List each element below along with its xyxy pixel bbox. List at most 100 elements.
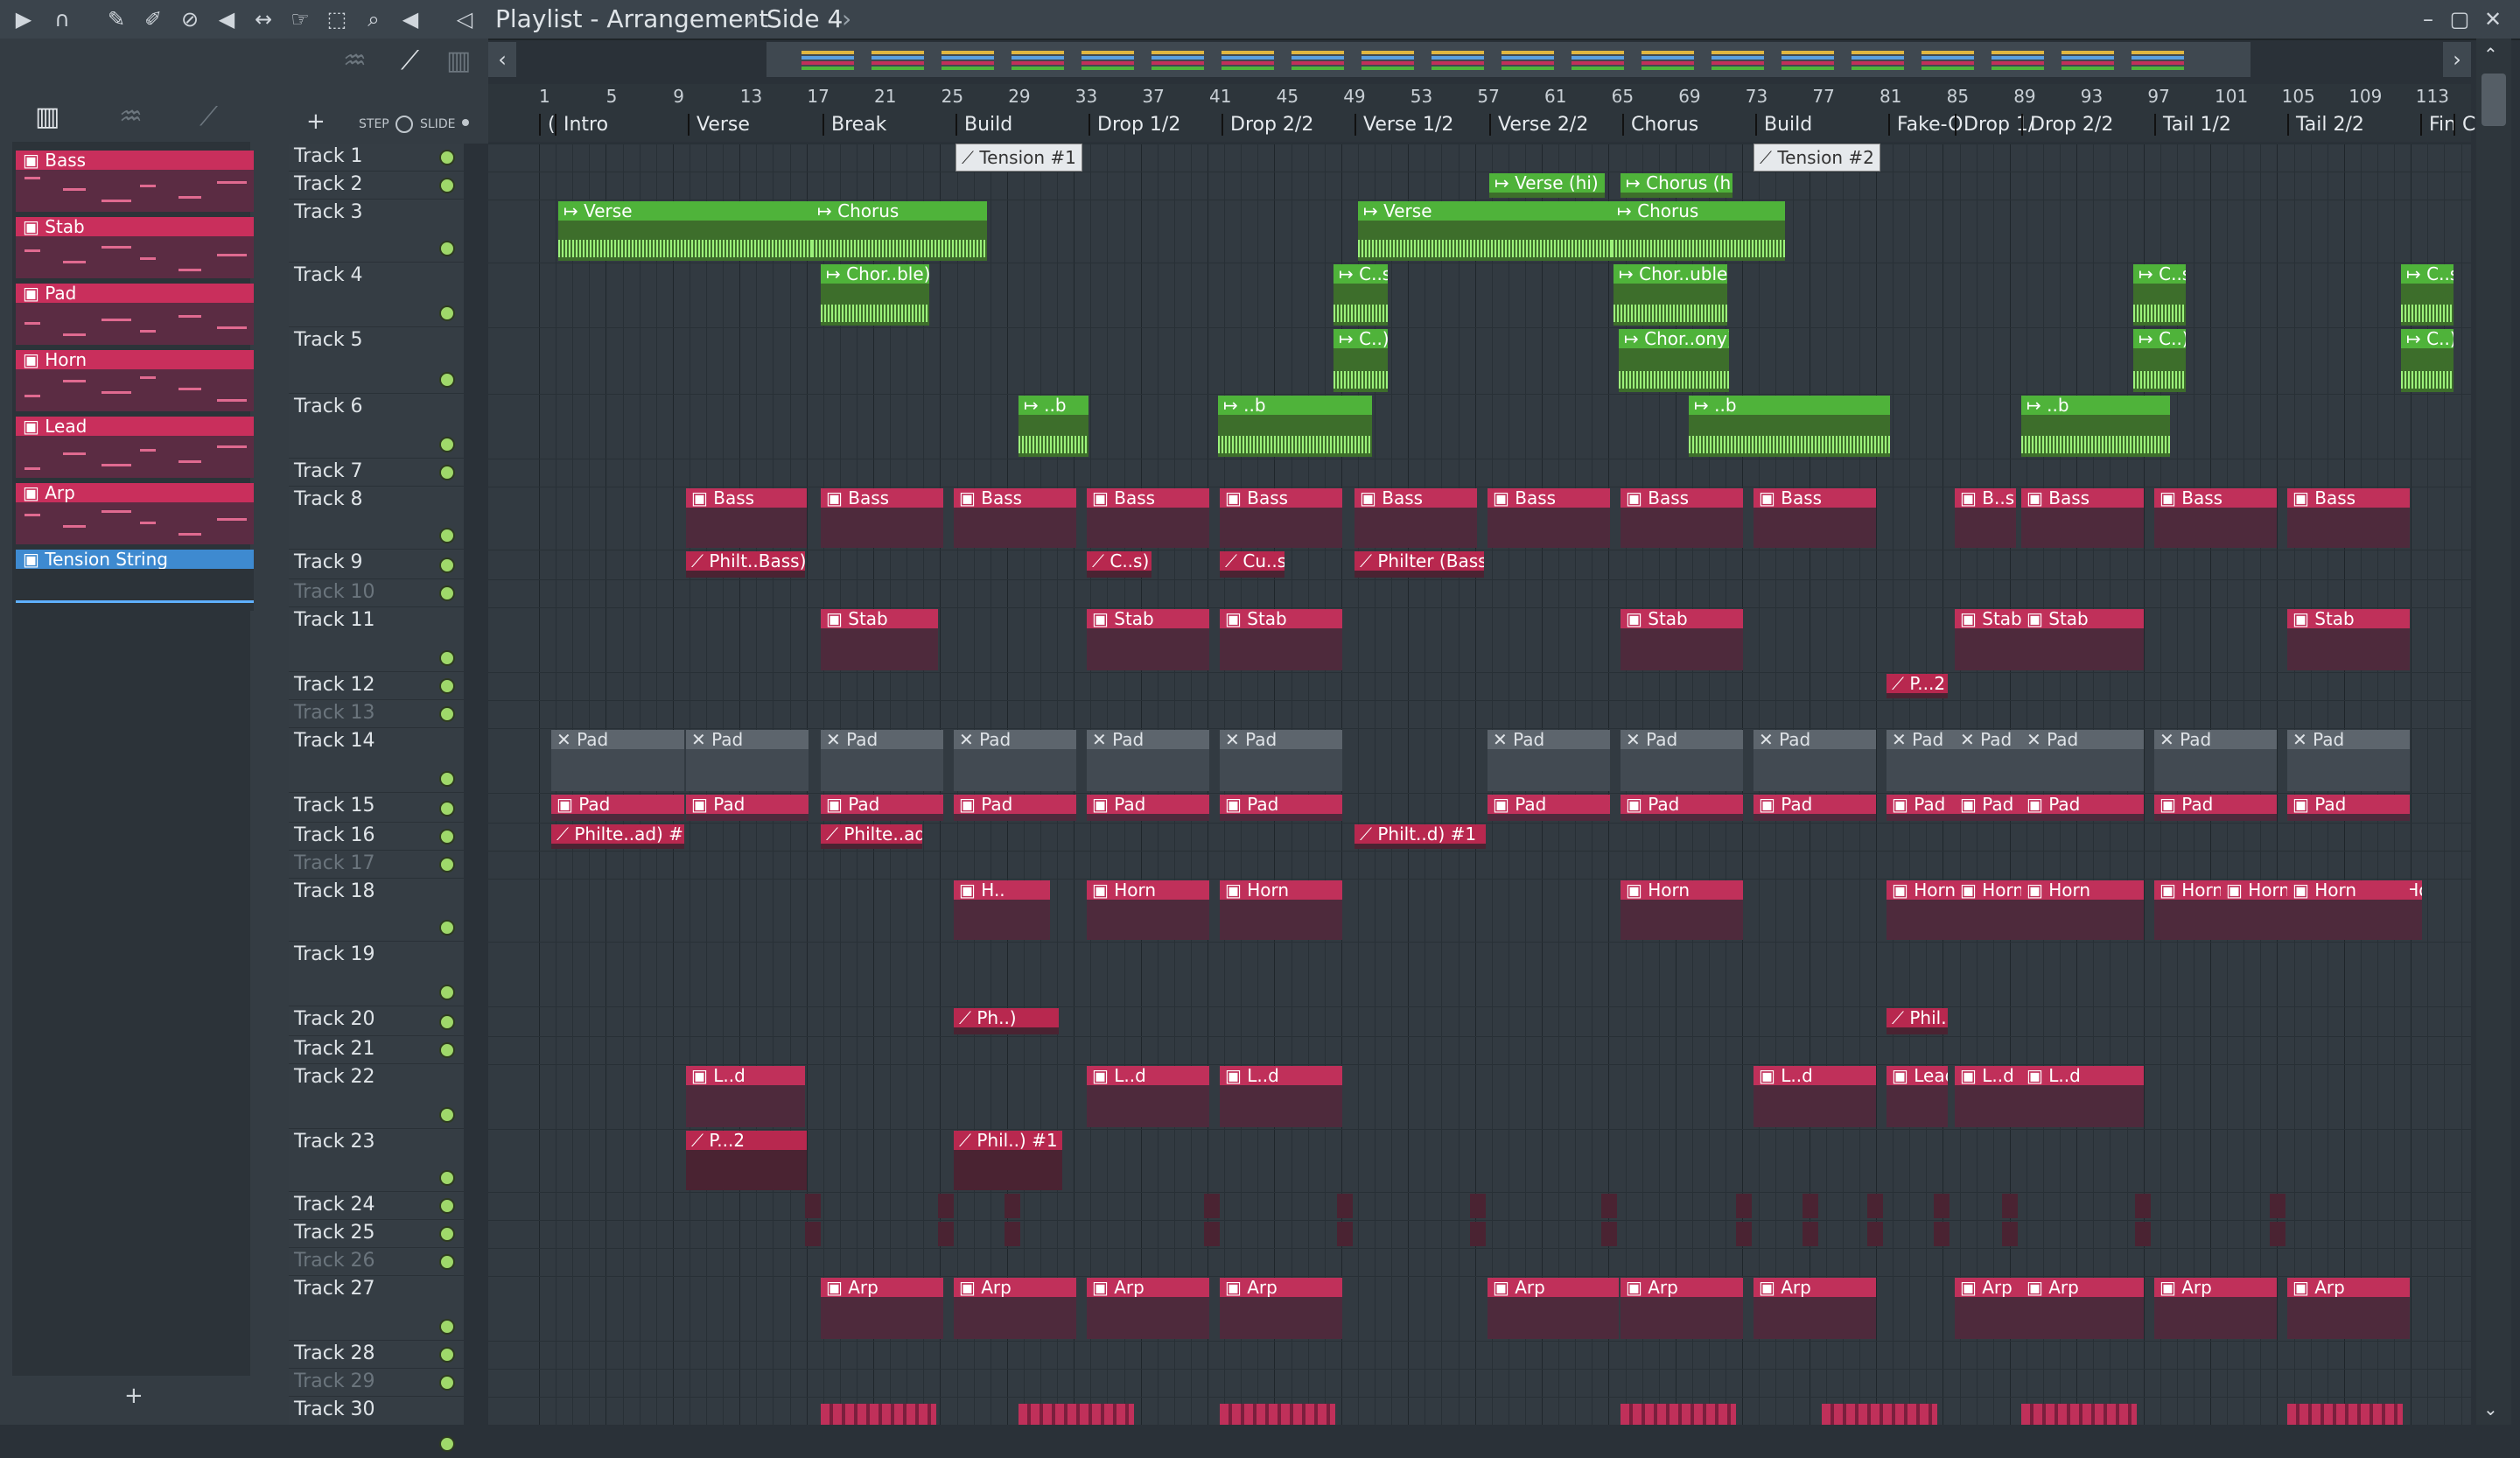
track-mute-led[interactable] [439, 150, 455, 165]
playlist-clip[interactable]: ▣ Arp [2287, 1278, 2410, 1339]
pattern-item[interactable]: ▣ Stab [16, 217, 262, 278]
section-label[interactable]: Fin [2420, 114, 2456, 136]
playlist-clip[interactable]: ▣ Pad [686, 795, 808, 821]
section-label[interactable]: Drop 1/2 [1088, 114, 1180, 136]
track-mute-led[interactable] [439, 1375, 455, 1391]
playlist-clip[interactable]: ▣ Horn [1620, 880, 1743, 940]
magnet-icon[interactable]: ∩ [49, 7, 75, 32]
playlist-clip[interactable]: ▣ Arp [2021, 1278, 2144, 1339]
track-mute-led[interactable] [439, 465, 455, 480]
pattern-item[interactable]: ▣ Pad [16, 284, 262, 345]
section-label[interactable]: Intro [555, 114, 608, 136]
add-track-button[interactable]: + [306, 109, 326, 135]
playlist-clip[interactable]: ↦ ..b [1218, 396, 1372, 457]
playlist-clip[interactable]: ⟋ Ph..) [954, 1008, 1059, 1034]
track-mute-led[interactable] [439, 650, 455, 666]
automation-clip[interactable] [2002, 1222, 2018, 1246]
section-label[interactable]: Chorus [1622, 114, 1698, 136]
track-header[interactable]: Track 21 [289, 1036, 464, 1064]
playlist-clip[interactable]: ▣ Bass [1220, 488, 1342, 548]
playlist-clip[interactable]: ▣ L..d [2021, 1066, 2144, 1127]
track-mute-led[interactable] [439, 1436, 455, 1452]
playlist-clip[interactable]: ↦ C..s [1334, 264, 1388, 326]
playlist-clip[interactable]: ⟋ Philt..d) #1 [1354, 824, 1486, 849]
playlist-clip[interactable]: ⟋ Philter (Bass) [1354, 551, 1484, 578]
speaker-icon[interactable]: ◁ [452, 7, 478, 32]
playlist-clip[interactable]: ↦ C..) [2133, 329, 2186, 392]
track-header[interactable]: Track 19 [289, 942, 464, 1006]
automation-clip[interactable] [1204, 1222, 1220, 1246]
track-header[interactable]: Track 5 [289, 327, 464, 394]
tension-marker[interactable]: ⟋ Tension #1 [956, 144, 1082, 172]
automation-clip[interactable] [1867, 1194, 1883, 1218]
playlist-clip[interactable]: ▣ Pad [821, 795, 943, 821]
playlist-grid[interactable]: ↦ Verse (hi) ↦ Chorus (hi) ↦ Verse ↦ Chorus… [488, 144, 2471, 1425]
automation-icon[interactable]: ⟋ [200, 102, 218, 132]
section-label[interactable]: Verse [688, 114, 750, 136]
section-label[interactable]: Tail 2/2 [2287, 114, 2364, 136]
automation-clip[interactable] [938, 1194, 954, 1218]
track-mute-led[interactable] [439, 678, 455, 694]
track-mute-led[interactable] [439, 920, 455, 936]
playlist-clip[interactable]: ✕ Pad [686, 730, 808, 791]
section-label[interactable]: Build [1755, 114, 1812, 136]
track-mute-led[interactable] [439, 1347, 455, 1363]
playlist-clip[interactable]: ✕ Pad [1220, 730, 1342, 791]
playlist-clip[interactable]: ▣ Pad [1488, 795, 1610, 821]
zoom-icon[interactable]: ⌕ [360, 7, 387, 32]
playlist-clip[interactable]: ✕ Pad [954, 730, 1076, 791]
section-label[interactable]: Drop 2/2 [2021, 114, 2113, 136]
playlist-clip[interactable]: ▣ Pad [2021, 795, 2144, 821]
automation-clip[interactable] [1337, 1222, 1353, 1246]
automation-clip[interactable] [2270, 1194, 2286, 1218]
track-mute-led[interactable] [439, 1198, 455, 1214]
track-mute-led[interactable] [439, 1014, 455, 1030]
playlist-clip[interactable]: ✕ Pad [1620, 730, 1743, 791]
section-label[interactable]: Verse 2/2 [1489, 114, 1588, 136]
slip-icon[interactable]: ↔ [250, 7, 276, 32]
playlist-clip[interactable]: ▣ Bass [821, 488, 943, 548]
automation-clip[interactable] [1004, 1194, 1020, 1218]
playlist-clip[interactable]: ▣ L..d [1754, 1066, 1876, 1127]
track-mute-led[interactable] [439, 1226, 455, 1242]
playlist-clip[interactable]: ↦ Chor..ble) [821, 264, 929, 326]
mute-icon[interactable]: ◀ [214, 7, 240, 32]
section-label[interactable]: Build [956, 114, 1012, 136]
playlist-clip[interactable]: ▣ Pad [1620, 795, 1743, 821]
vertical-scrollbar[interactable]: ⌃ ⌄ [2476, 39, 2511, 1425]
track-mute-led[interactable] [439, 829, 455, 845]
percussion-clip[interactable] [1620, 1404, 1736, 1425]
playlist-clip[interactable]: ⟋ Phil..) #1 [954, 1131, 1062, 1190]
automation-clip[interactable] [1204, 1194, 1220, 1218]
playlist-clip[interactable]: ↦ ..b [1689, 396, 1890, 457]
automation-clip[interactable] [1601, 1194, 1617, 1218]
playlist-clip[interactable]: ⟋ C..s) [1087, 551, 1152, 578]
pattern-item[interactable]: ▣ Bass [16, 151, 262, 212]
breadcrumb-side[interactable]: Side 4 [766, 4, 843, 35]
track-mute-led[interactable] [439, 585, 455, 601]
playlist-clip[interactable]: ▣ Horn [2021, 880, 2144, 940]
percussion-clip[interactable] [1220, 1404, 1335, 1425]
playlist-clip[interactable]: ▣ Bass [1620, 488, 1743, 548]
track-header[interactable]: Track 16 [289, 823, 464, 851]
playlist-clip[interactable]: ▣ Bass [1754, 488, 1876, 548]
scroll-left-icon[interactable]: ‹ [488, 42, 516, 77]
close-button[interactable]: ✕ [2480, 7, 2506, 32]
playlist-clip[interactable]: ▣ Pad [1220, 795, 1342, 821]
percussion-clip[interactable] [2287, 1404, 2403, 1425]
playlist-clip[interactable]: ▣ Pad [1754, 795, 1876, 821]
playlist-clip[interactable]: ▣ Arp [954, 1278, 1076, 1339]
percussion-clip[interactable] [2021, 1404, 2137, 1425]
playlist-clip[interactable]: ↦ Verse [558, 201, 812, 261]
playlist-clip[interactable]: ▣ Stab [1220, 609, 1342, 670]
breadcrumb-arrow-icon[interactable]: › [842, 4, 851, 35]
step-toggle[interactable] [396, 116, 413, 133]
playlist-clip[interactable]: ⟋ Cu..s) [1220, 551, 1284, 578]
track-header[interactable]: Track 12 [289, 672, 464, 700]
playlist-clip[interactable]: ↦ Chorus [1612, 201, 1785, 261]
playlist-clip[interactable]: ▣ Arp [821, 1278, 943, 1339]
playlist-clip[interactable]: ▣ Pad [954, 795, 1076, 821]
playlist-clip[interactable]: ▣ Pad [2287, 795, 2410, 821]
waveform-icon[interactable]: ♒ [119, 102, 143, 132]
automation-clip[interactable] [1470, 1194, 1486, 1218]
